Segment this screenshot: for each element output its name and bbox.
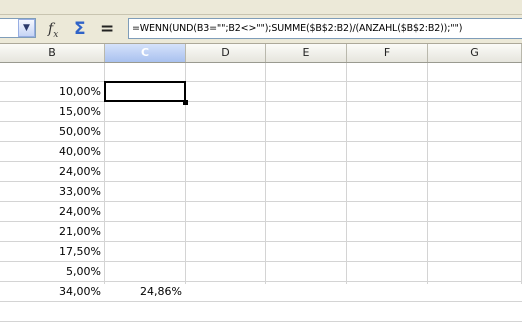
- cell-b[interactable]: 50,00%: [0, 122, 104, 142]
- formula-bar: ▼ fx Σ = =WENN(UND(B3="";B2<>"");SUMME($…: [0, 15, 522, 44]
- cell-c[interactable]: [105, 302, 185, 322]
- column-gridline: [265, 63, 266, 284]
- column-gridline: [346, 63, 347, 284]
- cell-b[interactable]: 34,00%: [0, 282, 104, 302]
- cell-c[interactable]: 24,86%: [105, 282, 185, 302]
- cell-b[interactable]: 10,00%: [0, 82, 104, 102]
- column-header-f[interactable]: F: [347, 44, 428, 62]
- cell-b[interactable]: 17,50%: [0, 242, 104, 262]
- fill-handle[interactable]: [183, 100, 188, 105]
- cell-b[interactable]: 24,00%: [0, 202, 104, 222]
- menu-strip: [0, 0, 522, 15]
- column-gridline: [427, 63, 428, 284]
- sum-icon[interactable]: Σ: [74, 19, 92, 39]
- name-box-dropdown-button[interactable]: ▼: [18, 19, 35, 37]
- cell-c[interactable]: [105, 102, 185, 122]
- column-header-e[interactable]: E: [266, 44, 347, 62]
- function-wizard-icon[interactable]: fx: [48, 20, 66, 40]
- cell-b[interactable]: 5,00%: [0, 262, 104, 282]
- cell-c[interactable]: [105, 182, 185, 202]
- cell-c[interactable]: [105, 162, 185, 182]
- cell-c[interactable]: [105, 62, 185, 82]
- cell-b[interactable]: 15,00%: [0, 102, 104, 122]
- cell-c[interactable]: [105, 122, 185, 142]
- cell-c[interactable]: [105, 142, 185, 162]
- cell-b[interactable]: 40,00%: [0, 142, 104, 162]
- cell-area[interactable]: 10,00% 15,00% 50,00% 40,00% 24,00% 33,00% 24,0…: [0, 62, 522, 322]
- cell-c[interactable]: [105, 242, 185, 262]
- cell-b[interactable]: 24,00%: [0, 162, 104, 182]
- cell-b[interactable]: [0, 62, 104, 82]
- cell-b[interactable]: 21,00%: [0, 222, 104, 242]
- cell-c[interactable]: [105, 222, 185, 242]
- cell-c[interactable]: [105, 202, 185, 222]
- cell-b[interactable]: 33,00%: [0, 182, 104, 202]
- formula-input[interactable]: =WENN(UND(B3="";B2<>"");SUMME($B$2:B2)/(…: [128, 18, 522, 39]
- cell-c[interactable]: [105, 262, 185, 282]
- cell-b[interactable]: [0, 302, 104, 322]
- formula-text: =WENN(UND(B3="";B2<>"");SUMME($B$2:B2)/(…: [132, 23, 463, 34]
- equals-icon[interactable]: =: [100, 19, 116, 39]
- column-header-c[interactable]: C: [105, 44, 186, 62]
- active-cell-cursor: [104, 81, 186, 102]
- column-header-b[interactable]: B: [0, 44, 105, 62]
- column-header-d[interactable]: D: [186, 44, 266, 62]
- column-header-g[interactable]: G: [428, 44, 522, 62]
- spreadsheet-grid: BCDEFG 10,00% 15,00% 50,00% 40,00% 24,00% 33,…: [0, 44, 522, 322]
- chevron-down-icon: ▼: [23, 23, 30, 33]
- column-header-row: BCDEFG: [0, 44, 522, 63]
